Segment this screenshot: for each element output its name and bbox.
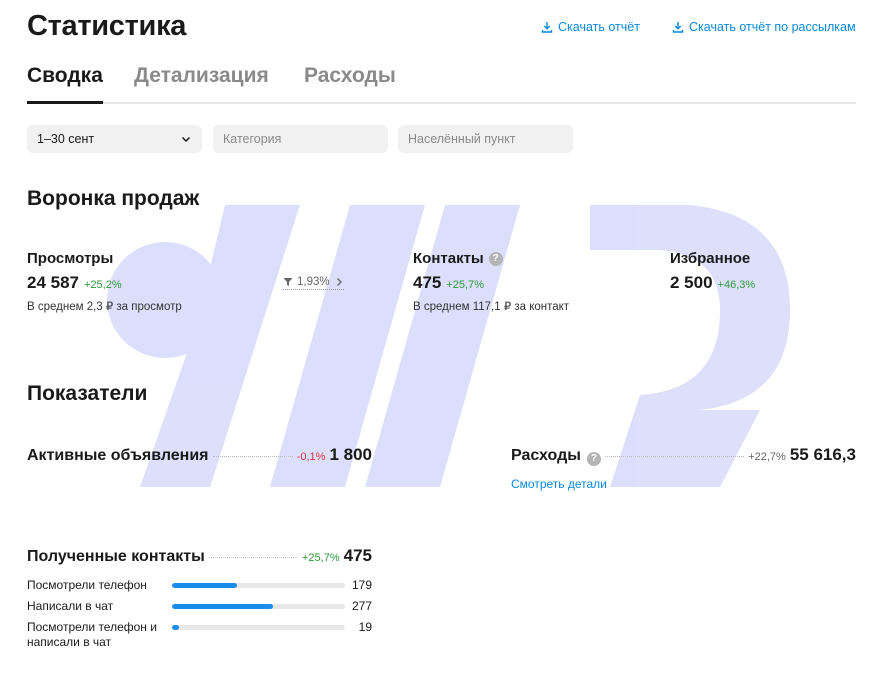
help-icon[interactable]: ? xyxy=(488,251,503,266)
favorites-delta: +46,3% xyxy=(717,279,756,291)
contacts-metric: Контакты ? 475 +25,7% В среднем 117,1 ₽ … xyxy=(413,250,569,313)
view-details-link[interactable]: Смотреть детали xyxy=(511,477,607,491)
contacts-value: 475 xyxy=(413,273,442,292)
tab-details[interactable]: Детализация xyxy=(134,64,269,104)
tab-bar: Сводка Детализация Расходы xyxy=(27,64,856,104)
breakdown-value: 277 xyxy=(351,599,372,613)
views-label: Просмотры xyxy=(27,250,114,267)
progress-track xyxy=(172,625,345,630)
period-select[interactable]: 1–30 сент xyxy=(27,125,202,153)
progress-fill xyxy=(172,583,238,588)
progress-fill xyxy=(172,625,179,630)
breakdown-row-both: Посмотрели телефон и написали в чат 19 xyxy=(27,620,372,654)
page-title: Статистика xyxy=(27,10,187,42)
contacts-average: В среднем 117,1 ₽ за контакт xyxy=(413,301,570,313)
views-metric: Просмотры 24 587 +25,2% В среднем 2,3 ₽ … xyxy=(27,250,182,313)
download-report-link[interactable]: Скачать отчёт xyxy=(541,20,640,34)
help-icon[interactable]: ? xyxy=(586,451,601,466)
dotted-leader xyxy=(212,456,293,457)
active-ads-label: Активные объявления xyxy=(27,447,209,464)
active-ads-value: 1 800 xyxy=(329,445,372,464)
progress-fill xyxy=(172,604,273,609)
breakdown-label: Написали в чат xyxy=(27,599,114,613)
breakdown-label: Посмотрели телефон xyxy=(27,578,147,592)
download-report-label: Скачать отчёт xyxy=(558,20,640,34)
active-ads-delta: -0,1% xyxy=(296,451,326,463)
dotted-leader xyxy=(208,557,298,558)
chevron-right-icon xyxy=(336,278,342,286)
conversion-value: 1,93% xyxy=(297,276,330,288)
download-mailing-report-label: Скачать отчёт по рассылкам xyxy=(689,20,856,34)
active-ads-row: Активные объявления -0,1% 1 800 xyxy=(27,445,372,465)
contacts-label: Контакты xyxy=(413,250,484,267)
breakdown-row-phone: Посмотрели телефон 179 xyxy=(27,578,372,599)
favorites-label: Избранное xyxy=(670,250,751,267)
breakdown-value: 19 xyxy=(358,620,372,634)
progress-track xyxy=(172,583,345,588)
favorites-metric: Избранное 2 500 +46,3% xyxy=(670,250,755,293)
contacts-breakdown: Посмотрели телефон 179 Написали в чат 27… xyxy=(27,578,372,654)
expenses-row: Расходы ? +22,7% 55 616,3 xyxy=(511,445,856,466)
received-contacts-delta: +25,7% xyxy=(302,552,340,564)
breakdown-row-chat: Написали в чат 277 xyxy=(27,599,372,620)
indicators-title: Показатели xyxy=(27,382,148,405)
received-contacts-label: Полученные контакты xyxy=(27,548,205,565)
category-placeholder: Категория xyxy=(223,132,282,146)
received-contacts-value: 475 xyxy=(343,546,372,565)
download-mailing-report-link[interactable]: Скачать отчёт по рассылкам xyxy=(672,20,856,34)
download-icon xyxy=(672,22,684,33)
contacts-delta: +25,7% xyxy=(446,279,484,291)
period-value: 1–30 сент xyxy=(37,132,95,146)
download-icon xyxy=(541,22,553,33)
category-input[interactable]: Категория xyxy=(213,125,388,153)
views-average: В среднем 2,3 ₽ за просмотр xyxy=(27,301,182,313)
received-contacts-row: Полученные контакты +25,7% 475 xyxy=(27,546,372,566)
views-value: 24 587 xyxy=(27,273,79,292)
filter-icon xyxy=(283,278,293,286)
expenses-label: Расходы xyxy=(511,447,581,464)
city-placeholder: Населённый пункт xyxy=(408,132,516,146)
views-delta: +25,2% xyxy=(84,279,122,291)
dotted-leader xyxy=(604,456,745,457)
conversion-link[interactable]: 1,93% xyxy=(283,276,344,290)
expenses-value: 55 616,3 xyxy=(789,445,856,464)
chevron-down-icon xyxy=(181,136,191,143)
expenses-delta: +22,7% xyxy=(748,451,786,463)
breakdown-label: Посмотрели телефон и написали в чат xyxy=(27,620,157,649)
tab-summary[interactable]: Сводка xyxy=(27,64,103,104)
progress-track xyxy=(172,604,345,609)
breakdown-value: 179 xyxy=(351,578,372,592)
city-input[interactable]: Населённый пункт xyxy=(398,125,573,153)
funnel-title: Воронка продаж xyxy=(27,187,200,210)
favorites-value: 2 500 xyxy=(670,273,713,292)
tab-expenses[interactable]: Расходы xyxy=(304,64,396,104)
